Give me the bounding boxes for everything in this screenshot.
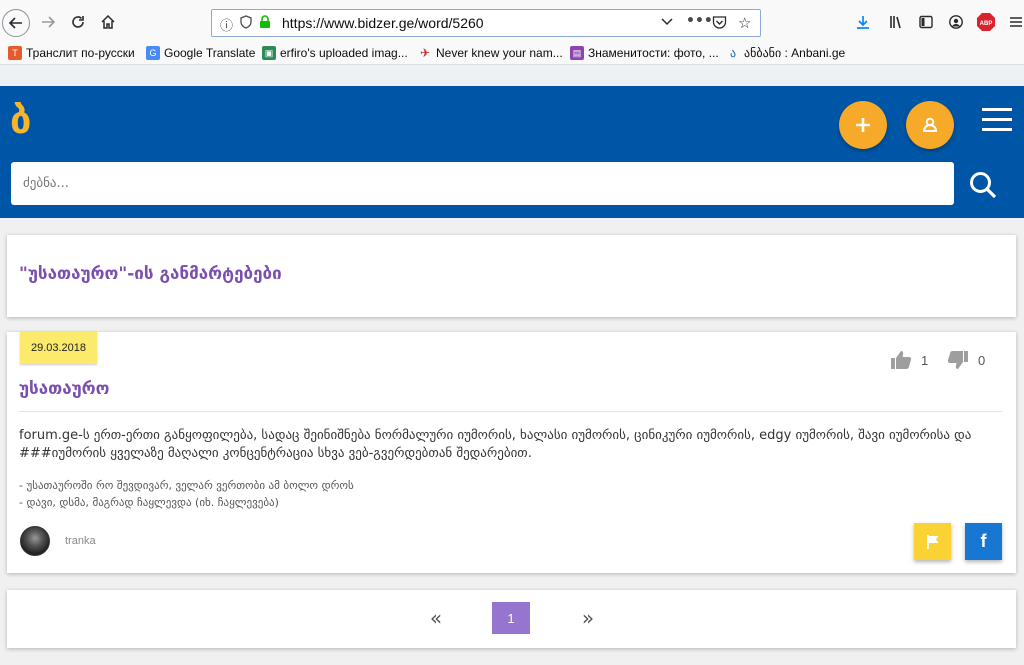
page-gap bbox=[0, 65, 1024, 87]
bookmark-label: Never knew your nam... bbox=[436, 46, 563, 60]
reload-icon bbox=[72, 16, 84, 28]
definition-text: forum.ge-ს ერთ-ერთი განყოფილება, სადაც შ… bbox=[19, 428, 972, 461]
arrow-right-icon bbox=[42, 16, 56, 28]
hamburger-icon bbox=[1010, 17, 1022, 27]
bookmark-item[interactable]: T Транслит по-русски bbox=[8, 46, 135, 60]
current-page-button[interactable]: 1 bbox=[492, 602, 530, 634]
menu-button[interactable] bbox=[1004, 10, 1024, 34]
adblock-icon: ABP bbox=[977, 13, 995, 31]
forward-button[interactable] bbox=[36, 10, 60, 34]
add-word-button[interactable] bbox=[839, 101, 887, 149]
bookmark-label: Google Translate bbox=[164, 46, 256, 60]
lock-icon[interactable] bbox=[259, 15, 271, 33]
date-badge: 29.03.2018 bbox=[20, 332, 97, 364]
back-button[interactable] bbox=[2, 9, 30, 37]
google-translate-icon: G bbox=[146, 46, 160, 60]
divider bbox=[19, 411, 1002, 412]
bookmark-label: Знаменитости: фото, ... bbox=[588, 46, 719, 60]
site-logo[interactable]: ბ bbox=[10, 100, 31, 140]
account-button[interactable] bbox=[944, 10, 968, 34]
pocket-icon[interactable] bbox=[712, 15, 727, 33]
adblock-button[interactable]: ABP bbox=[974, 10, 998, 34]
site-menu-button[interactable] bbox=[982, 108, 1012, 132]
author-name[interactable]: tranka bbox=[65, 535, 96, 547]
bookmarks-bar: T Транслит по-русски G Google Translate … bbox=[0, 44, 1024, 65]
facebook-icon: f bbox=[980, 531, 987, 551]
definition-card: 29.03.2018 1 0 უსათაურო forum.ge-ს ერთ-ე… bbox=[7, 332, 1016, 573]
facebook-share-button[interactable]: f bbox=[965, 523, 1002, 560]
bookmark-item[interactable]: ▣ erfiro's uploaded imag... bbox=[262, 46, 408, 60]
search-button[interactable] bbox=[968, 170, 998, 200]
anbani-icon: ა bbox=[729, 46, 737, 60]
menu-line bbox=[982, 128, 1012, 131]
example-line: - დავი, დსმა, მაგრად ჩაყლევდა (იხ. ჩაყლე… bbox=[19, 496, 279, 509]
download-icon bbox=[857, 16, 869, 29]
report-button[interactable] bbox=[914, 523, 951, 560]
more-actions-icon[interactable]: ••• bbox=[686, 13, 713, 29]
downloads-button[interactable] bbox=[851, 10, 875, 34]
user-button[interactable] bbox=[906, 101, 954, 149]
translit-icon: T bbox=[8, 46, 22, 60]
library-icon bbox=[890, 16, 901, 29]
svg-text:ABP: ABP bbox=[980, 21, 993, 27]
bookmark-label: erfiro's uploaded imag... bbox=[280, 46, 408, 60]
home-icon bbox=[101, 14, 115, 29]
bookmark-item[interactable]: ✈ Never knew your nam... bbox=[418, 46, 563, 60]
search-input[interactable] bbox=[11, 162, 954, 205]
bookmark-label: Транслит по-русски bbox=[26, 46, 135, 60]
menu-line bbox=[982, 118, 1012, 121]
next-page-button[interactable]: » bbox=[577, 602, 599, 634]
home-button[interactable] bbox=[96, 10, 120, 34]
flag-icon bbox=[926, 534, 938, 549]
bookmark-item[interactable]: ▤ Знаменитости: фото, ... bbox=[570, 46, 719, 60]
sidebar-button[interactable] bbox=[914, 10, 938, 34]
info-icon[interactable]: ⓘ bbox=[220, 15, 233, 34]
shield-icon[interactable] bbox=[240, 15, 252, 33]
bookmark-label: ანბანი : Anbani.ge bbox=[744, 46, 846, 60]
library-button[interactable] bbox=[884, 10, 908, 34]
image-icon: ▣ bbox=[262, 46, 276, 60]
url-text[interactable]: https://www.bidzer.ge/word/5260 bbox=[282, 15, 484, 31]
dislike-button[interactable] bbox=[947, 350, 969, 370]
menu-line bbox=[982, 108, 1012, 111]
word-title[interactable]: უსათაურო bbox=[19, 379, 110, 399]
examples: - უსათაუროში რო შევდივარ, ველარ ვერთობი … bbox=[19, 477, 354, 511]
vote-controls: 1 0 bbox=[890, 350, 985, 370]
like-button[interactable] bbox=[890, 350, 912, 370]
url-bar[interactable]: ⓘ https://www.bidzer.ge/word/5260 ••• ☆ bbox=[211, 9, 761, 37]
author-avatar[interactable] bbox=[20, 526, 50, 556]
prev-page-button[interactable]: « bbox=[425, 602, 447, 634]
search-icon bbox=[970, 172, 997, 199]
like-count: 1 bbox=[921, 352, 929, 368]
account-icon bbox=[949, 15, 963, 29]
pagination: « 1 » bbox=[7, 590, 1016, 648]
page-title: "უსათაურო"-ის განმარტებები bbox=[19, 264, 282, 284]
arrow-left-icon bbox=[8, 17, 22, 29]
thumbs-up-icon bbox=[891, 351, 912, 369]
bird-icon: ✈ bbox=[419, 46, 431, 60]
chevron-down-icon[interactable] bbox=[660, 14, 674, 32]
bookmark-item[interactable]: ა ანბანი : Anbani.ge bbox=[726, 46, 845, 60]
example-line: - უსათაუროში რო შევდივარ, ველარ ვერთობი … bbox=[19, 479, 354, 492]
title-card: "უსათაურო"-ის განმარტებები bbox=[7, 235, 1016, 317]
thumbs-down-icon bbox=[947, 351, 968, 369]
bookmark-item[interactable]: G Google Translate bbox=[146, 46, 255, 60]
chat-icon: ▤ bbox=[570, 46, 584, 60]
plus-icon bbox=[856, 118, 870, 132]
dislike-count: 0 bbox=[978, 352, 986, 368]
browser-toolbar: ⓘ https://www.bidzer.ge/word/5260 ••• ☆ … bbox=[0, 0, 1024, 44]
reload-button[interactable] bbox=[66, 10, 90, 34]
user-icon bbox=[922, 117, 938, 132]
sidebar-icon bbox=[919, 15, 933, 29]
bookmark-star-icon[interactable]: ☆ bbox=[738, 14, 751, 32]
